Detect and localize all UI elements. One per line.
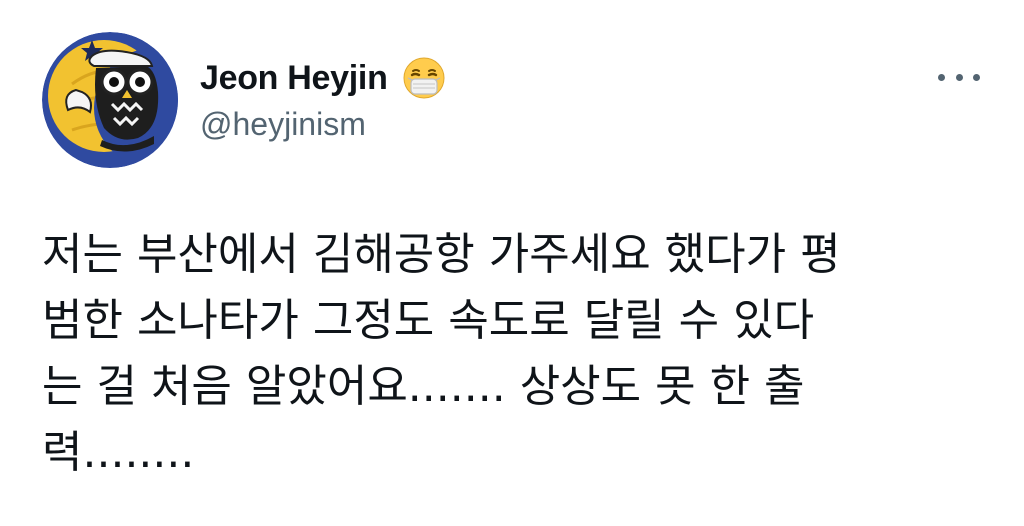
author-handle[interactable]: @heyjinism bbox=[200, 106, 366, 143]
face-with-medical-mask-icon bbox=[402, 56, 446, 100]
more-horizontal-icon[interactable] bbox=[938, 62, 980, 92]
author-display-name[interactable]: Jeon Heyjin bbox=[200, 59, 388, 98]
author-name-row: Jeon Heyjin bbox=[200, 54, 446, 102]
more-dot bbox=[938, 73, 945, 81]
tweet-card: Jeon Heyjin @heyjinism 저는 부산에서 김해공항 가주세요… bbox=[0, 0, 1024, 526]
tweet-text-line: 력........ bbox=[42, 427, 195, 478]
more-dot bbox=[973, 73, 980, 81]
avatar[interactable] bbox=[42, 32, 178, 168]
tweet-text: 저는 부산에서 김해공항 가주세요 했다가 평 범한 소나타가 그정도 속도로 … bbox=[42, 222, 1002, 486]
tweet-text-line: 범한 소나타가 그정도 속도로 달릴 수 있다 bbox=[42, 295, 815, 346]
tweet-text-line: 저는 부산에서 김해공항 가주세요 했다가 평 bbox=[42, 229, 841, 280]
tweet-text-line: 는 걸 처음 알았어요....... 상상도 못 한 출 bbox=[42, 361, 805, 412]
more-dot bbox=[955, 73, 963, 81]
owl-avatar-icon bbox=[42, 32, 178, 168]
